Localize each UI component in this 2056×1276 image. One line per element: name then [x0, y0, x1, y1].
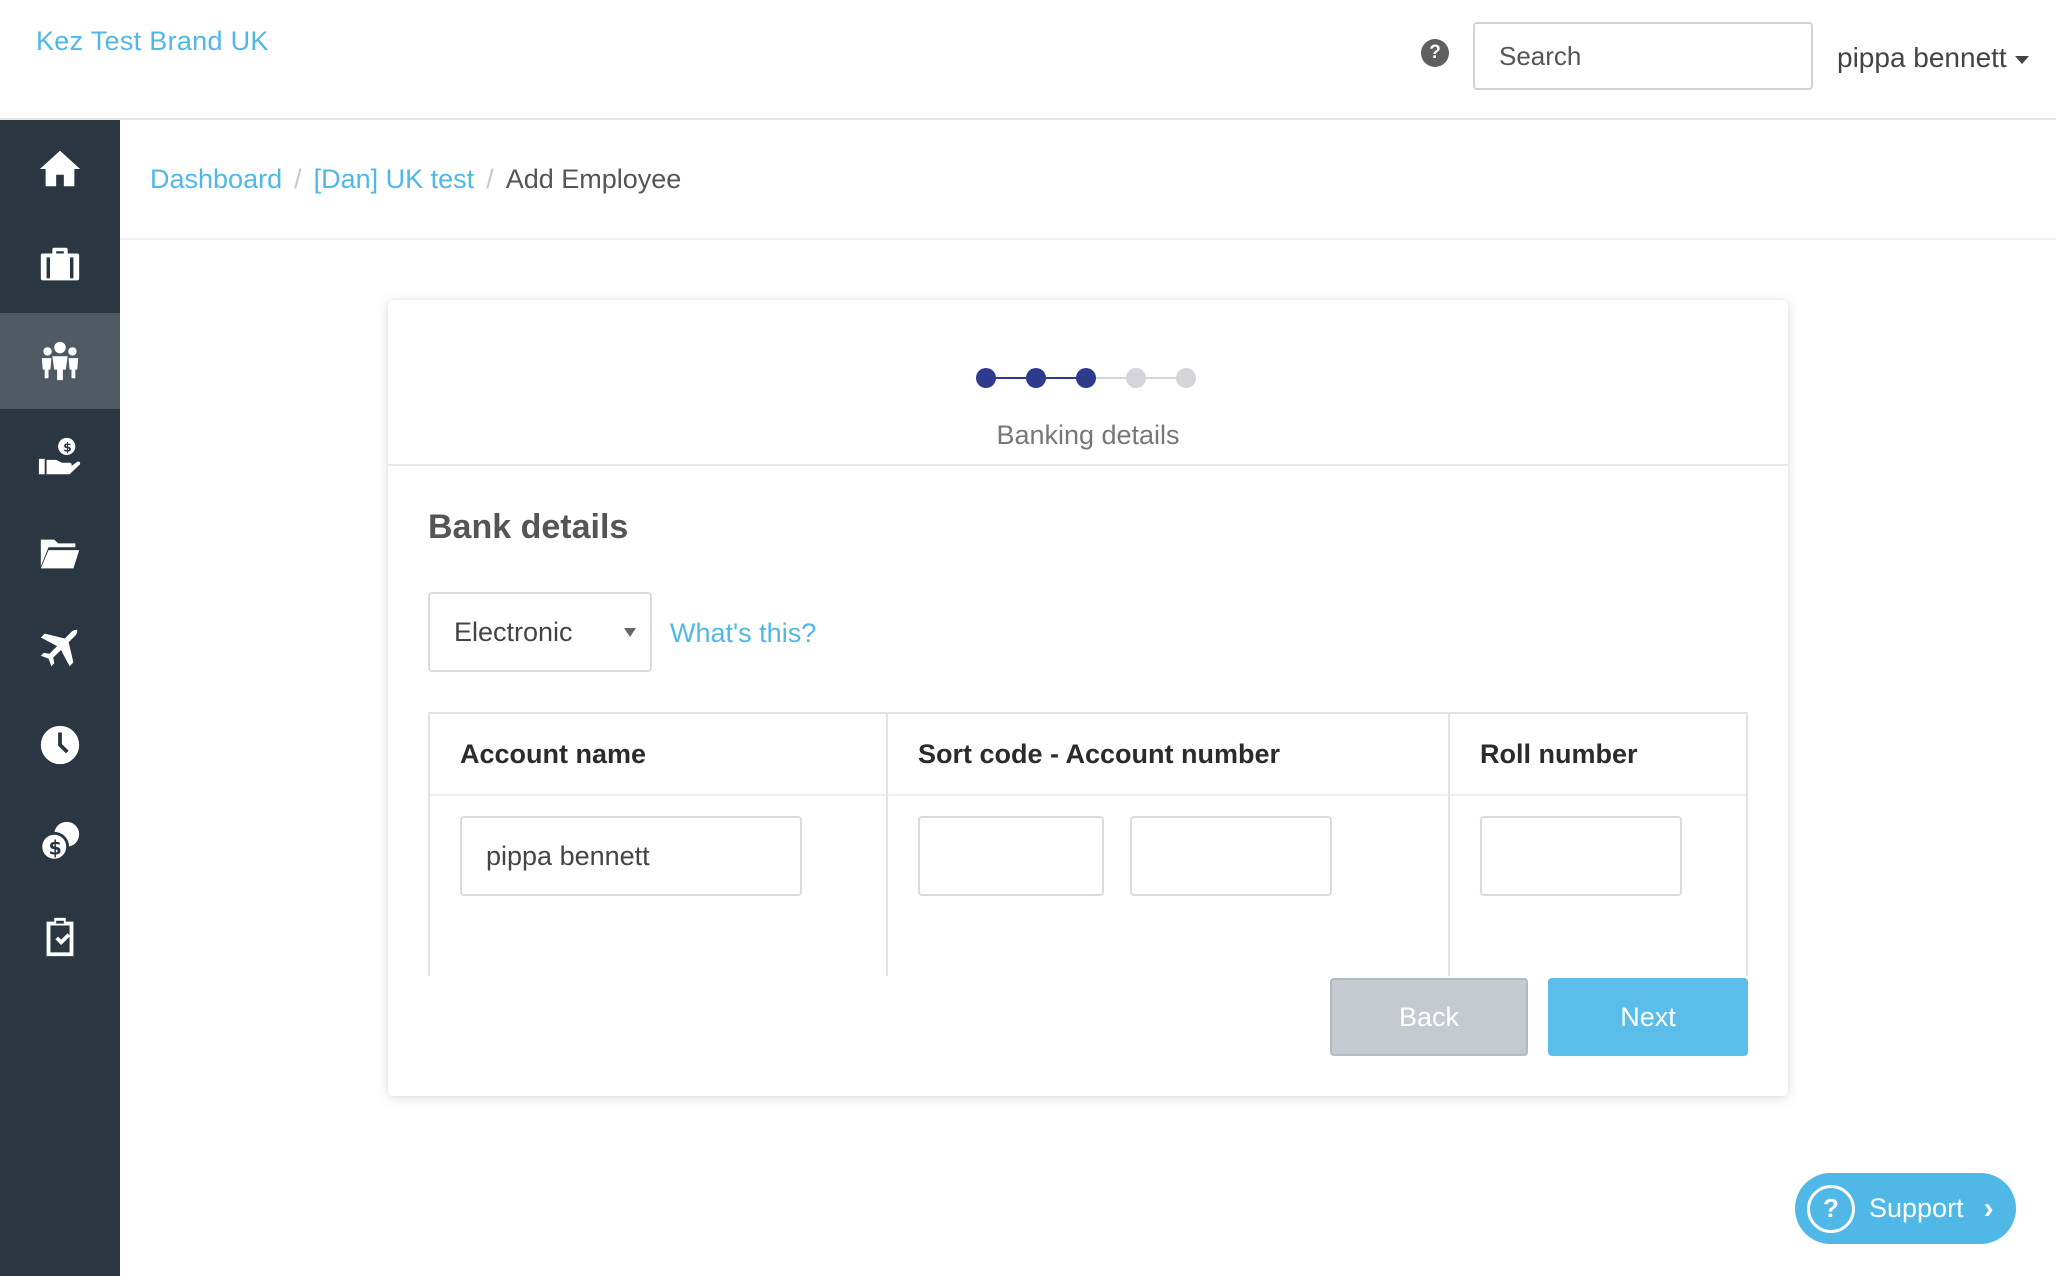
top-header: Kez Test Brand UK ? pippa bennett	[0, 0, 2056, 120]
support-label: Support	[1869, 1193, 1964, 1223]
help-icon[interactable]: ?	[1421, 39, 1449, 67]
sidebar-item-payments[interactable]: $	[0, 409, 120, 505]
sidebar-item-employees[interactable]	[0, 313, 120, 409]
support-button[interactable]: ? Support ›	[1795, 1173, 2016, 1244]
column-header: Roll number	[1450, 714, 1746, 796]
payment-method-select[interactable]: Electronic	[428, 592, 652, 672]
user-menu[interactable]: pippa bennett	[1837, 42, 2029, 74]
step-dot	[1126, 368, 1146, 388]
account-name-field[interactable]	[460, 816, 802, 896]
sidebar-item-payroll[interactable]: $	[0, 793, 120, 889]
chevron-down-icon	[2014, 56, 2029, 64]
help-circle-icon: ?	[1807, 1184, 1855, 1233]
breadcrumb-dashboard[interactable]: Dashboard	[150, 164, 282, 195]
column-header: Account name	[430, 714, 886, 796]
sort-code-field[interactable]	[918, 816, 1104, 896]
step-label: Banking details	[996, 420, 1180, 450]
search-input[interactable]	[1473, 22, 1813, 90]
sidebar-item-tasks[interactable]	[0, 889, 120, 985]
section-title: Bank details	[428, 508, 629, 546]
sidebar-item-jobs[interactable]	[0, 217, 120, 313]
svg-text:$: $	[63, 439, 72, 454]
breadcrumb-separator: /	[294, 163, 302, 194]
wizard-progress: Banking details	[388, 300, 1788, 466]
sidebar-item-home[interactable]	[0, 121, 120, 217]
account-number-field[interactable]	[1130, 816, 1332, 896]
breadcrumb: Dashboard / [Dan] UK test / Add Employee	[120, 120, 2056, 240]
next-button[interactable]: Next	[1548, 978, 1748, 1056]
breadcrumb-current: Add Employee	[505, 163, 682, 194]
svg-text:$: $	[49, 836, 62, 859]
chevron-right-icon: ›	[1983, 1191, 1994, 1225]
clipboard-check-icon	[46, 917, 74, 957]
briefcase-icon	[40, 247, 80, 281]
sidebar-item-documents[interactable]	[0, 505, 120, 601]
step-dot	[1026, 368, 1046, 388]
column-sort-code: Sort code - Account number	[886, 712, 1448, 976]
coins-icon: $	[39, 821, 80, 862]
sidebar-item-leave[interactable]	[0, 601, 120, 697]
add-employee-card: Banking details Bank details Electronic …	[388, 300, 1788, 1096]
column-account-name: Account name	[428, 712, 886, 976]
roll-number-field[interactable]	[1480, 816, 1682, 896]
column-roll-number: Roll number	[1448, 712, 1748, 976]
step-dot	[976, 368, 996, 388]
payment-method-value: Electronic	[454, 616, 573, 647]
hand-money-icon: $	[38, 437, 81, 475]
sidebar: $ $	[0, 120, 120, 1276]
home-icon	[39, 150, 81, 187]
whats-this-link[interactable]: What's this?	[670, 618, 816, 649]
sidebar-item-time[interactable]	[0, 697, 120, 793]
column-header: Sort code - Account number	[888, 714, 1448, 796]
clock-icon	[40, 725, 80, 765]
user-name: pippa bennett	[1837, 42, 2007, 73]
chevron-down-icon	[624, 628, 636, 637]
step-dot	[1176, 368, 1196, 388]
breadcrumb-separator: /	[486, 163, 494, 194]
step-indicator	[976, 366, 1206, 390]
brand-name[interactable]: Kez Test Brand UK	[36, 26, 269, 57]
breadcrumb-company[interactable]: [Dan] UK test	[314, 164, 475, 195]
back-button[interactable]: Back	[1330, 978, 1528, 1056]
employees-icon	[41, 341, 79, 381]
step-dot	[1076, 368, 1096, 388]
plane-icon	[40, 628, 79, 667]
folder-icon	[40, 539, 80, 569]
